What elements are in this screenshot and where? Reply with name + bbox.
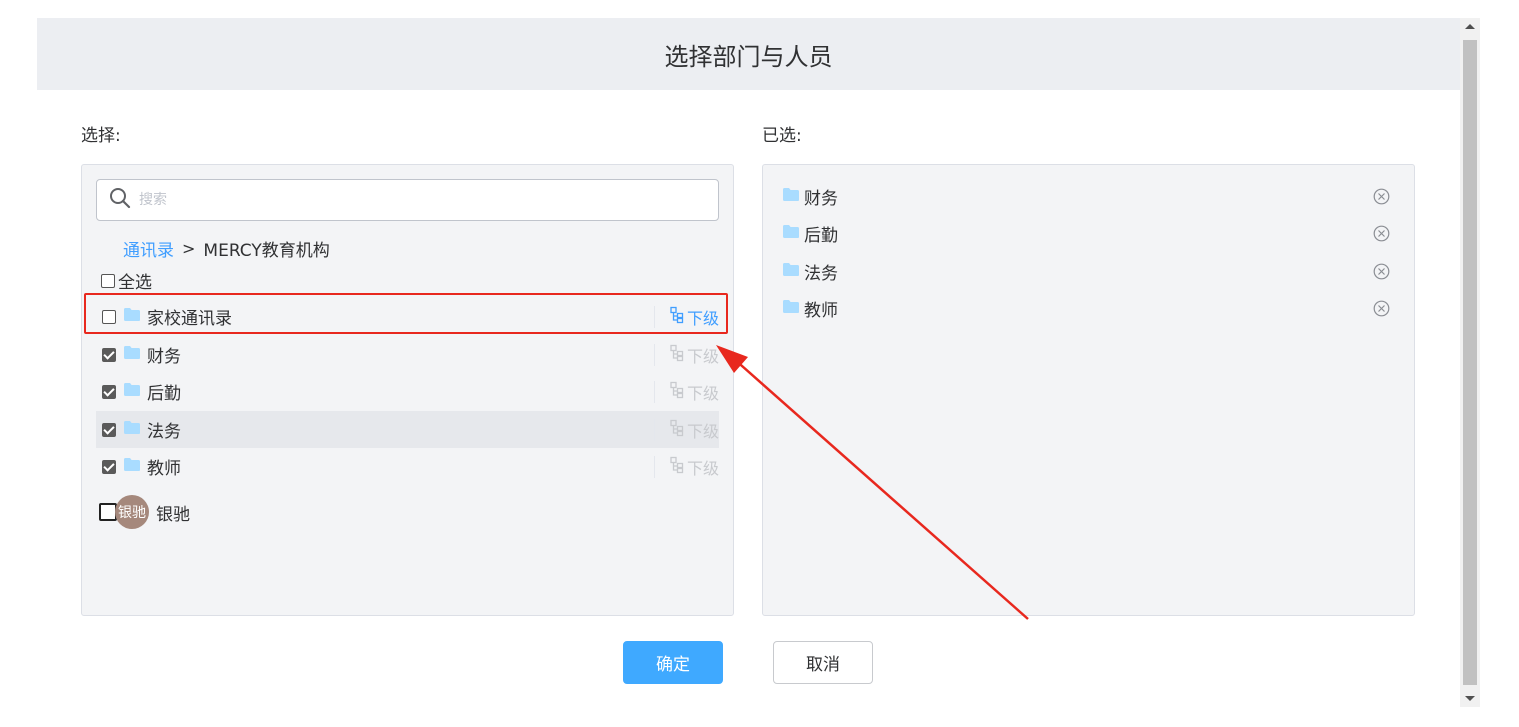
breadcrumb: 通讯录 > MERCY教育机构 bbox=[123, 236, 330, 261]
org-tree-icon bbox=[669, 381, 685, 403]
list-item[interactable]: 财务 下级 bbox=[96, 336, 719, 373]
folder-icon bbox=[123, 382, 141, 401]
item-checkbox[interactable] bbox=[102, 422, 116, 437]
sub-level-button[interactable]: 下级 bbox=[653, 344, 719, 366]
folder-icon bbox=[782, 299, 800, 318]
org-tree-icon bbox=[669, 456, 685, 478]
breadcrumb-separator: > bbox=[182, 239, 196, 258]
selected-item: 财务 bbox=[782, 181, 1390, 211]
cancel-button[interactable]: 取消 bbox=[773, 641, 873, 684]
selected-item: 教师 bbox=[782, 293, 1390, 323]
remove-icon[interactable] bbox=[1373, 263, 1390, 284]
org-tree-icon bbox=[669, 344, 685, 366]
dialog-header: 选择部门与人员 bbox=[37, 18, 1460, 90]
selected-item: 后勤 bbox=[782, 218, 1390, 248]
scroll-down-icon[interactable] bbox=[1465, 696, 1475, 701]
sub-level-label: 下级 bbox=[686, 309, 719, 328]
select-all-checkbox[interactable]: 全选 bbox=[101, 268, 152, 293]
remove-icon[interactable] bbox=[1373, 300, 1390, 321]
item-label: 家校通讯录 bbox=[147, 309, 232, 329]
select-all-label: 全选 bbox=[118, 273, 152, 293]
search-icon bbox=[109, 187, 131, 213]
sub-level-label: 下级 bbox=[686, 384, 719, 403]
item-checkbox[interactable] bbox=[102, 459, 116, 474]
scroll-thumb[interactable] bbox=[1463, 40, 1477, 685]
item-checkbox[interactable] bbox=[102, 309, 116, 324]
folder-icon bbox=[782, 262, 800, 281]
dialog-title: 选择部门与人员 bbox=[664, 42, 833, 71]
sub-level-button[interactable]: 下级 bbox=[653, 456, 719, 478]
user-row[interactable]: 银驰 银驰 bbox=[99, 495, 190, 529]
search-input[interactable] bbox=[137, 191, 701, 209]
selected-item-label: 法务 bbox=[804, 263, 838, 284]
item-label: 教师 bbox=[147, 459, 181, 479]
breadcrumb-root-link[interactable]: 通讯录 bbox=[123, 236, 174, 261]
folder-icon bbox=[123, 420, 141, 439]
select-all-box[interactable] bbox=[101, 273, 115, 288]
search-box[interactable] bbox=[96, 179, 719, 221]
org-tree-icon bbox=[669, 306, 685, 328]
selected-item: 法务 bbox=[782, 256, 1390, 286]
list-item[interactable]: 家校通讯录 下级 bbox=[96, 298, 719, 335]
list-item[interactable]: 后勤 下级 bbox=[96, 373, 719, 410]
item-checkbox[interactable] bbox=[102, 384, 116, 399]
item-label: 后勤 bbox=[147, 384, 181, 404]
scroll-up-icon[interactable] bbox=[1465, 24, 1475, 29]
folder-icon bbox=[123, 457, 141, 476]
selected-item-label: 财务 bbox=[804, 188, 838, 209]
sub-level-label: 下级 bbox=[686, 347, 719, 366]
org-tree-icon bbox=[669, 419, 685, 441]
item-label: 财务 bbox=[147, 347, 181, 367]
sub-level-label: 下级 bbox=[686, 422, 719, 441]
sub-level-label: 下级 bbox=[686, 459, 719, 478]
folder-icon bbox=[123, 307, 141, 326]
folder-icon bbox=[782, 224, 800, 243]
selected-item-label: 教师 bbox=[804, 300, 838, 321]
item-label: 法务 bbox=[147, 422, 181, 442]
sub-level-button[interactable]: 下级 bbox=[653, 306, 719, 328]
list-item[interactable]: 法务 下级 bbox=[96, 411, 719, 448]
selected-item-label: 后勤 bbox=[804, 225, 838, 246]
remove-icon[interactable] bbox=[1373, 188, 1390, 209]
scrollbar[interactable] bbox=[1460, 18, 1480, 707]
confirm-button[interactable]: 确定 bbox=[623, 641, 723, 684]
breadcrumb-current: MERCY教育机构 bbox=[203, 241, 330, 261]
avatar: 银驰 bbox=[115, 495, 149, 529]
remove-icon[interactable] bbox=[1373, 225, 1390, 246]
user-name: 银驰 bbox=[156, 504, 190, 525]
folder-icon bbox=[782, 187, 800, 206]
folder-icon bbox=[123, 345, 141, 364]
select-section-label: 选择: bbox=[81, 126, 121, 146]
sub-level-button[interactable]: 下级 bbox=[653, 419, 719, 441]
item-checkbox[interactable] bbox=[102, 347, 116, 362]
sub-level-button[interactable]: 下级 bbox=[653, 381, 719, 403]
list-item[interactable]: 教师 下级 bbox=[96, 448, 719, 485]
selected-section-label: 已选: bbox=[762, 126, 802, 146]
